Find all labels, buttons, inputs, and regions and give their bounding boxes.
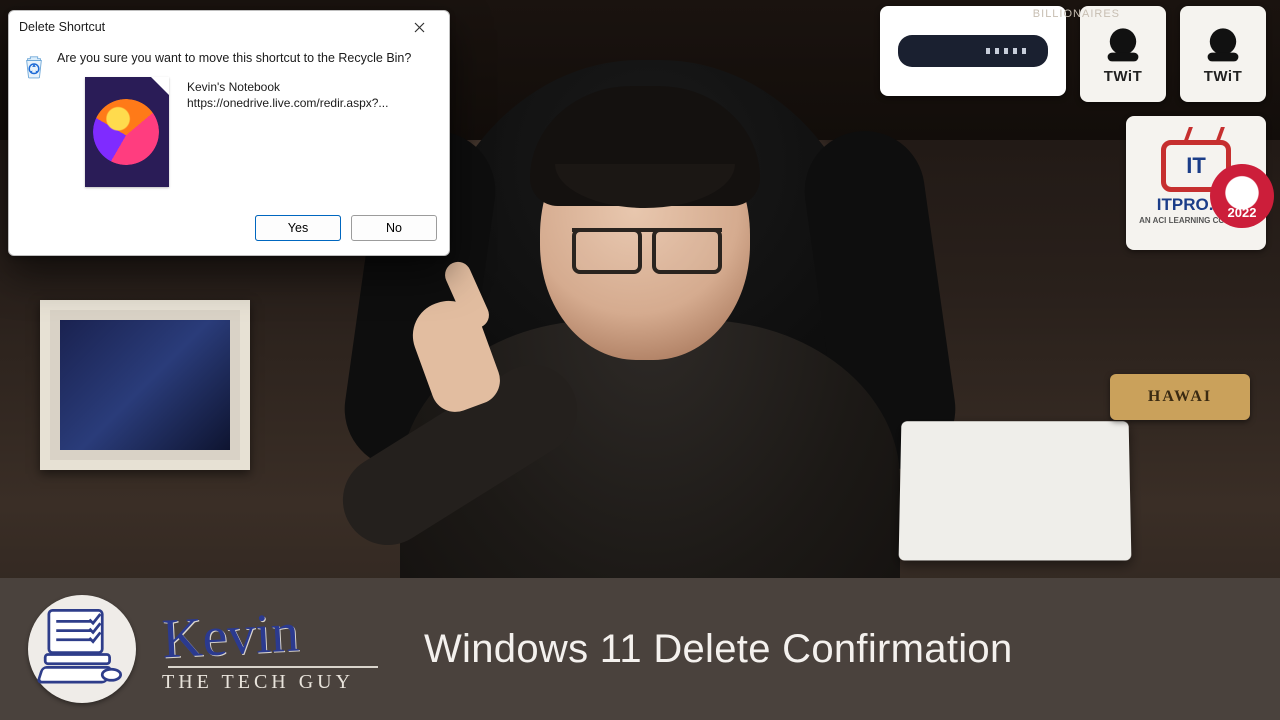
close-button[interactable] [397,12,441,42]
laptop-prop [899,421,1132,560]
photo-frame [40,300,250,470]
brand-name: Kevin [161,604,301,667]
no-button[interactable]: No [351,215,437,241]
channel-logo [28,595,136,703]
file-thumbnail [85,77,169,187]
hawaii-sign: HAWAI [1110,374,1250,420]
channel-brand: Kevin THE TECH GUY [162,606,378,692]
twit-logo-card-2: TWiT [1180,6,1266,102]
twit-label: TWiT [1204,68,1243,85]
file-name: Kevin's Notebook [187,79,388,95]
recycle-bin-icon [23,47,47,211]
file-location: https://onedrive.live.com/redir.aspx?... [187,95,388,111]
billionaires-text: BILLIONAIRES [1033,8,1120,20]
monitor-checklist-icon [36,603,128,695]
yes-button[interactable]: Yes [255,215,341,241]
brand-tagline: THE TECH GUY [162,672,354,692]
firefox-icon [93,99,159,165]
dialog-titlebar[interactable]: Delete Shortcut [9,11,449,43]
video-title: Windows 11 Delete Confirmation [404,627,1252,672]
twit-label: TWiT [1104,68,1143,85]
dialog-question: Are you sure you want to move this short… [57,47,431,73]
twit-logo-card: TWiT [1080,6,1166,102]
delete-shortcut-dialog: Delete Shortcut Are you sure you want to… [8,10,450,256]
presenter [460,110,840,580]
year-sticker: 2022 [1210,164,1274,228]
lower-third-banner: Kevin THE TECH GUY Windows 11 Delete Con… [0,578,1280,720]
close-icon [414,22,425,33]
dialog-title: Delete Shortcut [19,20,105,34]
wall-posters: TWiT TWiT IT ITPRO.TV AN ACI LEARNING CO… [880,6,1266,250]
